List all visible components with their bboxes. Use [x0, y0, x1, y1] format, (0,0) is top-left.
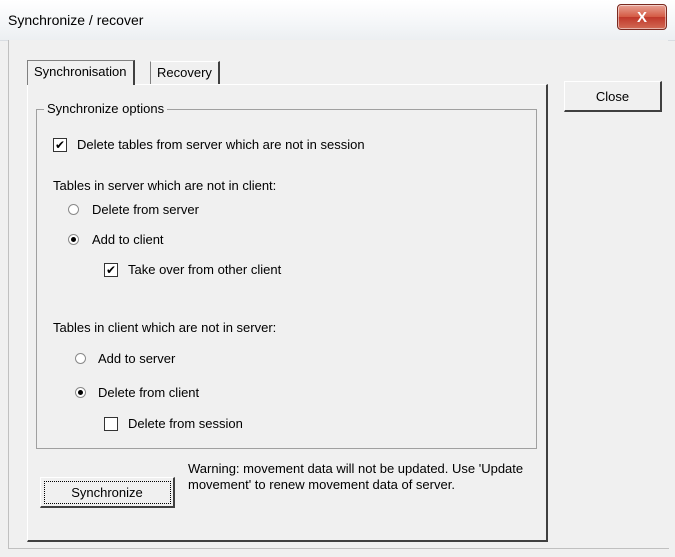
close-button[interactable]: Close — [564, 81, 662, 112]
add-to-client-label[interactable]: Add to client — [92, 232, 164, 247]
delete-from-client-label[interactable]: Delete from client — [98, 385, 199, 400]
take-over-checkbox[interactable]: ✔ — [104, 263, 118, 277]
warning-text: Warning: movement data will not be updat… — [188, 461, 524, 492]
group-label: Synchronize options — [44, 101, 168, 116]
radio-selected-dot — [71, 237, 76, 242]
window-close-button[interactable]: X — [617, 4, 667, 30]
synchronize-button[interactable]: Synchronize — [40, 477, 175, 508]
delete-from-session-label[interactable]: Delete from session — [128, 416, 243, 431]
delete-from-session-checkbox[interactable] — [104, 417, 118, 431]
delete-tables-checkbox[interactable]: ✔ — [53, 138, 67, 152]
delete-tables-label[interactable]: Delete tables from server which are not … — [77, 137, 365, 152]
close-icon: X — [636, 8, 647, 26]
delete-from-client-radio[interactable] — [75, 387, 86, 398]
delete-from-server-label[interactable]: Delete from server — [92, 202, 199, 217]
add-to-client-radio[interactable] — [68, 234, 79, 245]
delete-from-server-radio[interactable] — [68, 204, 79, 215]
server-not-in-client-heading: Tables in server which are not in client… — [53, 178, 277, 193]
add-to-server-radio[interactable] — [75, 353, 86, 364]
tab-synchronisation[interactable]: Synchronisation — [27, 60, 135, 85]
take-over-label[interactable]: Take over from other client — [128, 262, 281, 277]
radio-selected-dot — [78, 390, 83, 395]
client-not-in-server-heading: Tables in client which are not in server… — [53, 320, 277, 335]
add-to-server-label[interactable]: Add to server — [98, 351, 175, 366]
tab-recovery[interactable]: Recovery — [150, 61, 220, 84]
window-title: Synchronize / recover — [8, 12, 144, 28]
